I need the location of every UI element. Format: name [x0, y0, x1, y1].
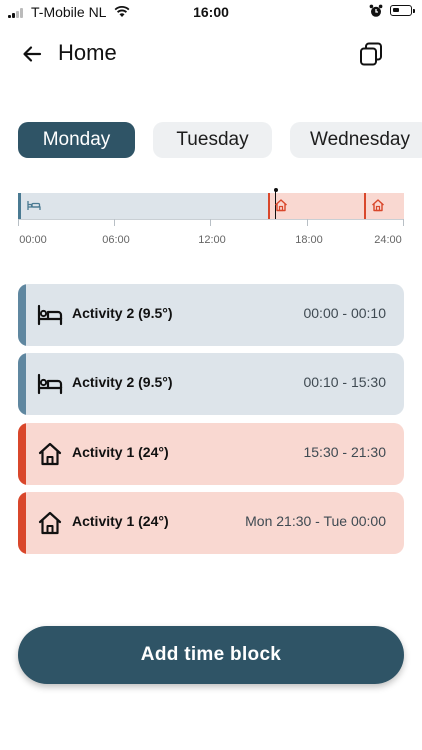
status-time: 16:00	[193, 4, 229, 20]
page-title: Home	[58, 40, 117, 65]
house-icon	[38, 442, 62, 466]
add-time-block-button[interactable]: Add time block	[18, 626, 404, 684]
timeline-axis	[18, 219, 404, 220]
time-block[interactable]: Activity 2 (9.5°) 00:00 - 00:10	[18, 284, 404, 346]
bed-icon	[27, 201, 41, 210]
back-button[interactable]	[20, 42, 44, 66]
timeline-label: 06:00	[102, 234, 130, 246]
timeline-tick	[403, 219, 404, 226]
battery-icon	[390, 5, 412, 16]
arrow-left-icon	[23, 46, 42, 62]
timeline-marker-home-2	[364, 193, 366, 219]
timeline-tick	[114, 219, 115, 226]
time-block[interactable]: Activity 2 (9.5°) 00:10 - 15:30	[18, 353, 404, 415]
block-time-range: 00:10 - 15:30	[303, 374, 386, 390]
day-tabs: Monday Tuesday Wednesday	[0, 122, 422, 158]
bed-icon	[37, 373, 63, 395]
timeline-tick	[18, 219, 19, 226]
house-icon	[275, 199, 287, 212]
battery-tip	[413, 9, 415, 13]
current-time-dot	[273, 188, 278, 192]
bed-icon	[37, 304, 63, 326]
tab-monday[interactable]: Monday	[18, 122, 135, 158]
house-icon	[372, 199, 384, 212]
time-block[interactable]: Activity 1 (24°) 15:30 - 21:30	[18, 423, 404, 485]
timeline-label: 00:00	[19, 234, 47, 246]
block-activity-name: Activity 2 (9.5°)	[72, 305, 173, 321]
timeline-segment-sleep	[18, 193, 269, 219]
block-color-bar	[18, 353, 26, 415]
timeline-tick	[307, 219, 308, 226]
block-color-bar	[18, 492, 26, 554]
timeline-label: 24:00	[374, 234, 402, 246]
timeline-tick	[210, 219, 211, 226]
block-color-bar	[18, 284, 26, 346]
tab-wednesday[interactable]: Wednesday	[290, 122, 422, 158]
alarm-icon	[369, 4, 383, 17]
timeline-marker-home-start	[268, 193, 270, 219]
house-icon	[38, 511, 62, 535]
block-color-bar	[18, 423, 26, 485]
timeline-marker-sleep-2	[20, 193, 21, 219]
status-bar: T-Mobile NL 16:00	[0, 0, 422, 26]
block-time-range: 00:00 - 00:10	[303, 305, 386, 321]
copy-schedule-button[interactable]	[358, 41, 384, 67]
block-activity-name: Activity 1 (24°)	[72, 513, 169, 529]
block-time-range: 15:30 - 21:30	[303, 444, 386, 460]
block-activity-name: Activity 2 (9.5°)	[72, 374, 173, 390]
block-time-range: Mon 21:30 - Tue 00:00	[245, 513, 386, 529]
block-activity-name: Activity 1 (24°)	[72, 444, 169, 460]
day-timeline[interactable]: 00:00 06:00 12:00 18:00 24:00	[18, 188, 404, 248]
timeline-label: 18:00	[295, 234, 323, 246]
tab-tuesday[interactable]: Tuesday	[153, 122, 272, 158]
timeline-label: 12:00	[198, 234, 226, 246]
time-block[interactable]: Activity 1 (24°) Mon 21:30 - Tue 00:00	[18, 492, 404, 554]
copy-icon	[360, 42, 382, 66]
